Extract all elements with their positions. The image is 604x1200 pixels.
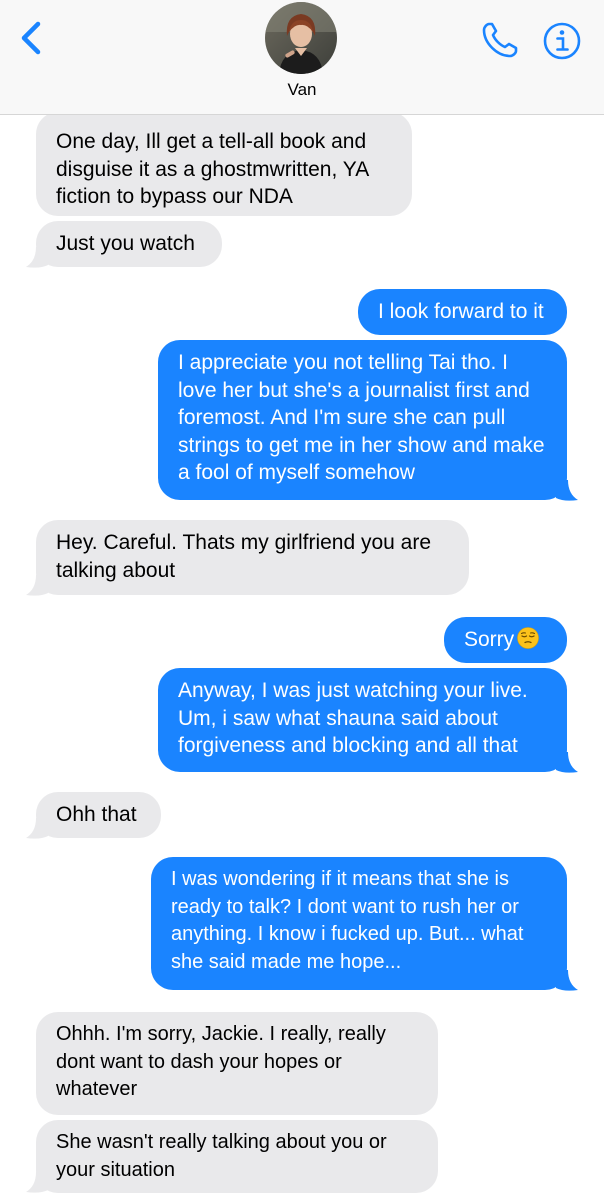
message-text: Anyway, I was just watching your live. U… <box>178 679 528 757</box>
message-text: I appreciate you not telling Tai tho. I … <box>178 351 545 484</box>
received-message[interactable]: Just you watch <box>36 221 222 267</box>
received-message[interactable]: One day, Ill get a tell-all book and dis… <box>36 112 412 216</box>
message-text: She wasn't really talking about you or y… <box>56 1131 387 1181</box>
call-button[interactable] <box>478 18 522 62</box>
message-text: One day, Ill get a tell-all book and dis… <box>56 130 369 208</box>
message-text: Ohh that <box>56 803 137 826</box>
sent-bubble-tail <box>556 480 578 501</box>
contact-name[interactable]: Van <box>0 80 604 100</box>
sent-message[interactable]: I was wondering if it means that she is … <box>151 857 567 990</box>
messages-screen: One day, Ill get a tell-all book and dis… <box>0 0 604 1200</box>
message-text: Hey. Careful. Thats my girlfriend you ar… <box>56 531 432 582</box>
phone-icon <box>482 22 518 58</box>
sent-message[interactable]: I look forward to it <box>358 289 567 335</box>
contact-photo <box>265 2 337 74</box>
message-thread[interactable]: One day, Ill get a tell-all book and dis… <box>0 0 604 1200</box>
back-button[interactable] <box>14 16 54 60</box>
conversation-header: Van <box>0 0 604 115</box>
received-message[interactable]: Hey. Careful. Thats my girlfriend you ar… <box>36 520 469 595</box>
message-text: Sorry <box>464 628 515 651</box>
received-message[interactable]: She wasn't really talking about you or y… <box>36 1120 438 1193</box>
received-bubble-tail <box>26 1172 48 1193</box>
received-bubble-tail <box>26 247 48 268</box>
message-text: Just you watch <box>56 232 195 255</box>
received-bubble-tail <box>26 818 48 839</box>
message-text: Ohhh. I'm sorry, Jackie. I really, reall… <box>56 1023 386 1100</box>
received-message[interactable]: Ohhh. I'm sorry, Jackie. I really, reall… <box>36 1012 438 1115</box>
avatar[interactable] <box>265 2 337 74</box>
chevron-left-icon <box>21 21 41 55</box>
message-text: I look forward to it <box>378 300 544 323</box>
pensive-face-emoji <box>517 627 539 649</box>
info-button[interactable] <box>540 19 584 63</box>
info-icon <box>543 22 581 60</box>
received-bubble-tail <box>26 575 48 596</box>
sent-message[interactable]: Sorry <box>444 617 567 663</box>
message-text: I was wondering if it means that she is … <box>171 868 524 973</box>
sent-message[interactable]: Anyway, I was just watching your live. U… <box>158 668 567 772</box>
sent-bubble-tail <box>556 752 578 773</box>
sent-bubble-tail <box>556 970 578 991</box>
sent-message[interactable]: I appreciate you not telling Tai tho. I … <box>158 340 567 500</box>
received-message[interactable]: Ohh that <box>36 792 161 838</box>
